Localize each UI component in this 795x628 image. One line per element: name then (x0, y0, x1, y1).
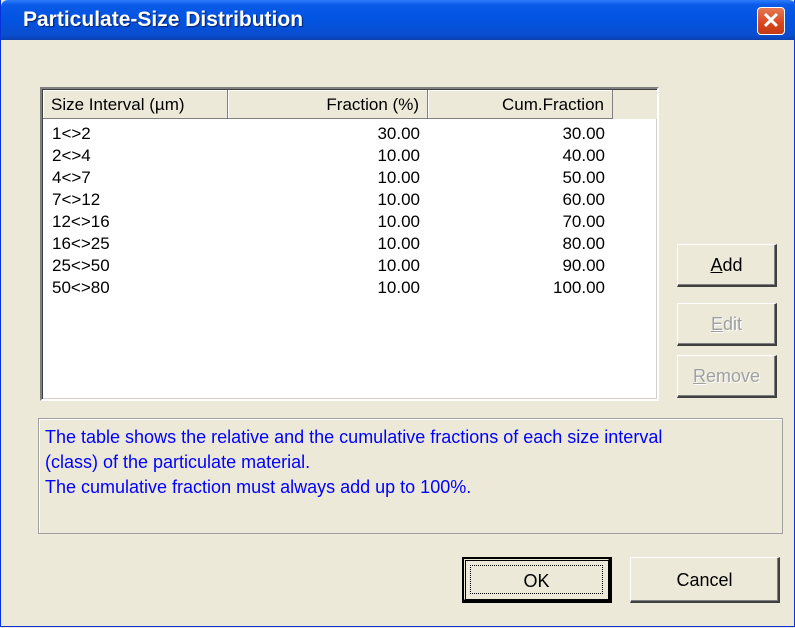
table-row[interactable]: 16<>25 10.00 80.00 (43, 233, 657, 255)
cell-cum-fraction: 80.00 (562, 234, 605, 253)
dialog-title: Particulate-Size Distribution (23, 8, 304, 31)
info-panel: The table shows the relative and the cum… (38, 418, 783, 534)
cell-size-interval: 2<>4 (52, 146, 91, 165)
cell-fraction: 10.00 (377, 190, 420, 209)
cell-size-interval: 7<>12 (52, 190, 101, 209)
cell-size-interval: 25<>50 (52, 256, 110, 275)
remove-button[interactable]: Remove (677, 355, 777, 398)
dialog-window: Particulate-Size Distribution ✕ Size Int… (0, 0, 795, 627)
column-header-fraction[interactable]: Fraction (%) (228, 90, 428, 119)
remove-button-label: emove (705, 366, 761, 386)
cell-fraction: 10.00 (377, 278, 420, 297)
add-button-label: dd (722, 255, 743, 275)
cell-cum-fraction: 100.00 (553, 278, 605, 297)
table-row[interactable]: 1<>2 30.00 30.00 (43, 123, 657, 145)
info-text-line: (class) of the particulate material. (45, 452, 311, 472)
info-text-line: The cumulative fraction must always add … (45, 477, 472, 497)
table-row[interactable]: 4<>7 10.00 50.00 (43, 167, 657, 189)
cell-fraction: 10.00 (377, 234, 420, 253)
table-row[interactable]: 2<>4 10.00 40.00 (43, 145, 657, 167)
cell-fraction: 30.00 (377, 124, 420, 143)
cell-cum-fraction: 70.00 (562, 212, 605, 231)
table-row[interactable]: 12<>16 10.00 70.00 (43, 211, 657, 233)
table-body: 1<>2 30.00 30.00 2<>4 10.00 40.00 4<>7 1… (43, 123, 657, 299)
cell-cum-fraction: 60.00 (562, 190, 605, 209)
cancel-button[interactable]: Cancel (630, 557, 780, 603)
close-button[interactable]: ✕ (757, 7, 785, 35)
cell-size-interval: 16<>25 (52, 234, 110, 253)
title-bar[interactable]: Particulate-Size Distribution ✕ (1, 0, 795, 40)
size-distribution-table[interactable]: Size Interval (µm) Fraction (%) Cum.Frac… (40, 87, 659, 401)
edit-button-mnemonic: E (710, 314, 723, 334)
cell-size-interval: 4<>7 (52, 168, 91, 187)
column-header-size-interval[interactable]: Size Interval (µm) (43, 90, 228, 119)
table-header: Size Interval (µm) Fraction (%) Cum.Frac… (43, 90, 657, 119)
cell-cum-fraction: 90.00 (562, 256, 605, 275)
cell-size-interval: 50<>80 (52, 278, 110, 297)
table-row[interactable]: 50<>80 10.00 100.00 (43, 277, 657, 299)
cell-cum-fraction: 40.00 (562, 146, 605, 165)
add-button[interactable]: Add (677, 244, 777, 287)
ok-button[interactable]: OK (462, 557, 612, 603)
cell-cum-fraction: 50.00 (562, 168, 605, 187)
cell-size-interval: 1<>2 (52, 124, 91, 143)
cell-size-interval: 12<>16 (52, 212, 110, 231)
column-header-cum-fraction[interactable]: Cum.Fraction (428, 90, 613, 119)
cell-cum-fraction: 30.00 (562, 124, 605, 143)
info-text-line: The table shows the relative and the cum… (45, 427, 663, 447)
table-row[interactable]: 25<>50 10.00 90.00 (43, 255, 657, 277)
cell-fraction: 10.00 (377, 256, 420, 275)
close-icon: ✕ (761, 8, 781, 33)
cell-fraction: 10.00 (377, 146, 420, 165)
edit-button[interactable]: Edit (677, 303, 777, 346)
cell-fraction: 10.00 (377, 168, 420, 187)
edit-button-label: dit (723, 314, 743, 334)
remove-button-mnemonic: R (692, 366, 706, 386)
table-row[interactable]: 7<>12 10.00 60.00 (43, 189, 657, 211)
cell-fraction: 10.00 (377, 212, 420, 231)
add-button-mnemonic: A (710, 255, 723, 275)
